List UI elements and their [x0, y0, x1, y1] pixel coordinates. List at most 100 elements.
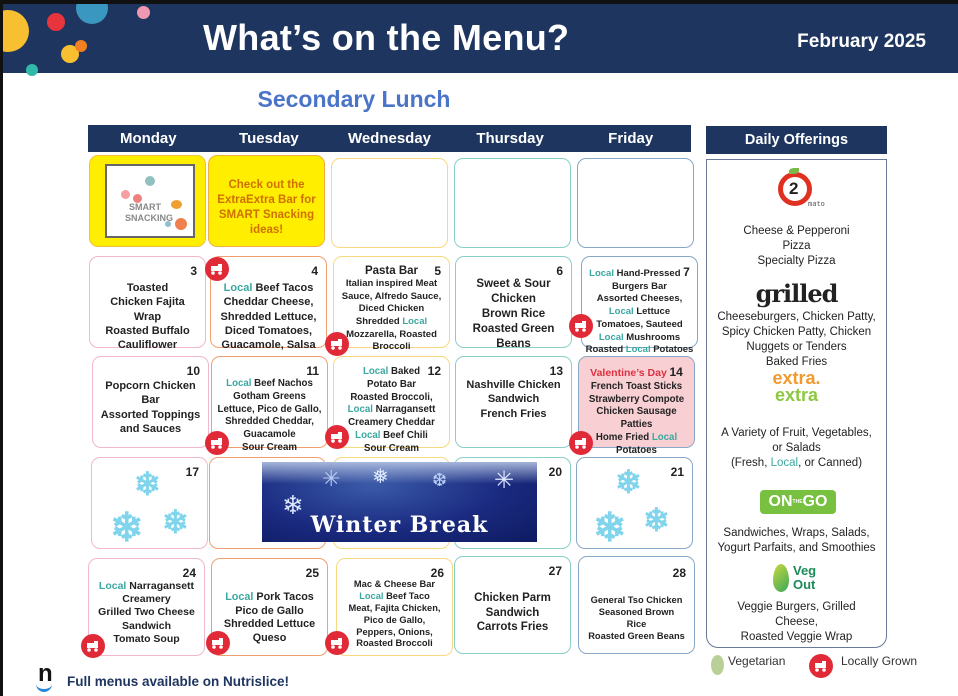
extraextra-callout-cell: Check out the ExtraExtra Bar for SMART S…	[208, 155, 325, 247]
day-cell-27: 27 Chicken Parm Sandwich Carrots Fries	[454, 556, 571, 654]
menu-text: Valentine’s Day 14 French Toast Sticks St…	[588, 365, 685, 456]
day-number: 3	[190, 264, 197, 278]
decor-dot	[75, 40, 87, 52]
snowflake-icon: ❆	[432, 470, 448, 490]
locally-grown-icon	[325, 332, 349, 356]
locally-grown-icon	[81, 634, 105, 658]
grilled-description: Cheeseburgers, Chicken Patty, Spicy Chick…	[717, 311, 876, 368]
legend-locally-grown: Locally Grown	[841, 654, 918, 668]
day-cell-24: 24 Local Narragansett Creamery Grilled Tw…	[88, 558, 205, 656]
weekday-tuesday: Tuesday	[239, 130, 299, 147]
locally-grown-icon	[569, 314, 593, 338]
locally-grown-icon	[325, 631, 349, 655]
smart-snacking-image: SMART SNACKING	[105, 164, 195, 238]
menu-subtitle: Secondary Lunch	[257, 86, 451, 112]
snowflake-icon: ❄	[593, 506, 627, 550]
winter-break-banner: ❄ ✳ ❅ ❆ ✳ Winter Break	[262, 462, 537, 542]
on-the-go-description: Sandwiches, Wraps, Salads, Yogurt Parfait…	[717, 527, 876, 554]
day-number: 17	[185, 465, 199, 479]
locally-grown-legend-icon	[809, 654, 833, 678]
empty-cell	[454, 158, 571, 248]
decor-dot	[26, 64, 38, 76]
o2mato-logo: 2	[778, 172, 812, 206]
snowflake-icon: ❄	[110, 506, 144, 550]
daily-offerings-header: Daily Offerings	[706, 126, 887, 154]
snowflake-icon: ❄	[615, 464, 642, 500]
holiday-label: Valentine’s Day	[590, 367, 667, 379]
winter-break-text: Winter Break	[310, 512, 489, 538]
locally-grown-icon	[205, 431, 229, 455]
snowflake-icon: ❄	[134, 466, 161, 502]
extraextra-callout-text: Check out the ExtraExtra Bar for SMART S…	[217, 179, 316, 236]
menu-text: Local Narragansett Creamery Grilled Two C…	[98, 580, 195, 645]
locally-grown-icon	[206, 631, 230, 655]
day-cell-3: 3 Toasted Chicken Fajita Wrap Roasted Buffa…	[89, 256, 206, 351]
empty-cell	[331, 158, 448, 248]
weekday-friday: Friday	[608, 130, 654, 147]
grilled-logo: grilled	[755, 279, 839, 308]
day-number: 10	[186, 364, 200, 378]
day-number: 20	[548, 465, 562, 479]
weekday-monday: Monday	[119, 130, 177, 147]
day-cell-10: 10 Popcorn Chicken Bar Assorted Toppings an…	[92, 356, 209, 448]
extra-extra-description: A Variety of Fruit, Vegetables, or Salads…	[721, 427, 872, 469]
menu-text: Popcorn Chicken Bar Assorted Toppings and S…	[100, 380, 201, 435]
day-number: 27	[548, 564, 562, 578]
menu-text: Mac & Cheese Bar Local Beef Taco Meat, F…	[348, 579, 441, 649]
menu-text: Local Beef Nachos Gotham Greens Lettuce, …	[217, 378, 322, 453]
day-cell-5: 5 Pasta Bar Italian inspired Meat Sauce,…	[333, 256, 450, 352]
day-number: 4	[311, 264, 318, 278]
daily-offerings-panel: 2 mato Cheese & Pepperoni Pizza Specialty …	[706, 159, 887, 648]
o2mato-description: Cheese & Pepperoni Pizza Specialty Pizza	[743, 225, 850, 267]
menu-text: Italian inspired Meat Sauce, Alfredo Sau…	[341, 278, 442, 353]
day-cell-6: 6 Sweet & Sour Chicken Brown Rice Roasted G…	[455, 256, 572, 350]
snowflake-icon: ❄	[162, 504, 189, 540]
day-number: 28	[672, 566, 686, 580]
day-number: 14	[669, 365, 683, 379]
day-number: 7	[683, 265, 690, 279]
nutrislice-logo: n	[35, 660, 57, 694]
locally-grown-icon	[569, 431, 593, 455]
smart-snacking-text: SMART SNACKING	[125, 202, 174, 223]
page-title: What’s on the Menu?	[203, 17, 570, 58]
menu-text: Local Baked Potato Bar Roasted Broccoli,…	[347, 366, 436, 454]
day-cell-11: 11 Local Beef Nachos Gotham Greens Lettuc…	[211, 356, 328, 453]
decor-dot	[3, 10, 29, 52]
menu-text: Nashville Chicken Sandwich French Fries	[466, 379, 561, 420]
day-cell-17: 17 ❄ ❄ ❄	[91, 457, 208, 550]
menu-text: Local Beef Tacos Cheddar Cheese, Shredded…	[220, 282, 317, 352]
veg-out-leaf-icon	[773, 564, 789, 592]
empty-cell	[577, 158, 694, 248]
locally-grown-icon	[325, 425, 349, 449]
day-number: 21	[670, 465, 684, 479]
smart-snacking-cell: SMART SNACKING	[89, 155, 206, 247]
menu-text: Local Hand-Pressed 7 Burgers Bar Assorte…	[585, 265, 694, 356]
weekday-thursday: Thursday	[476, 130, 544, 147]
day-cell-21: 21 ❄ ❄ ❄	[576, 457, 693, 550]
snowflake-icon: ✳	[322, 466, 341, 491]
locally-grown-icon	[205, 257, 229, 281]
menu-text: General Tso Chicken Seasoned Brown Rice Roa…	[588, 595, 685, 641]
decor-dot	[137, 6, 150, 19]
day-cell-28: 28 General Tso Chicken Seasoned Brown Rice…	[578, 556, 695, 654]
o2mato-leaf-icon	[789, 168, 799, 174]
day-cell-12: 12 Local Baked Potato Bar Roasted Brocco…	[333, 356, 450, 454]
day-cell-14: Valentine’s Day 14 French Toast Sticks St…	[578, 356, 695, 456]
weekday-header: Monday Tuesday Wednesday Thursday Friday	[88, 125, 691, 152]
snowflake-icon: ❄	[643, 502, 670, 538]
decor-dot	[47, 13, 65, 31]
menu-text: Sweet & Sour Chicken Brown Rice Roasted Gre…	[472, 278, 555, 350]
menu-text: Toasted Chicken Fajita Wrap Roasted Buffalo…	[105, 282, 190, 352]
snowflake-icon: ❅	[372, 466, 389, 488]
extra-extra-logo: extra. extra	[772, 368, 821, 406]
header-bar: What’s on the Menu? February 2025	[3, 4, 958, 76]
nutrislice-link[interactable]: Full menus available on Nutrislice!	[67, 674, 289, 689]
day-cell-26: 26 Mac & Cheese Bar Local Beef Taco Meat…	[336, 558, 453, 656]
day-number: 25	[305, 566, 319, 580]
snowflake-icon: ✳	[494, 467, 515, 494]
weekday-wednesday: Wednesday	[347, 130, 432, 147]
menu-text: Local Pork Tacos Pico de Gallo Shredded L…	[223, 591, 316, 644]
legend-vegetarian: Vegetarian	[728, 654, 786, 668]
day-cell-13: 13 Nashville Chicken Sandwich French Fries	[455, 356, 572, 448]
menu-page: What’s on the Menu? February 2025 Second…	[3, 4, 958, 696]
